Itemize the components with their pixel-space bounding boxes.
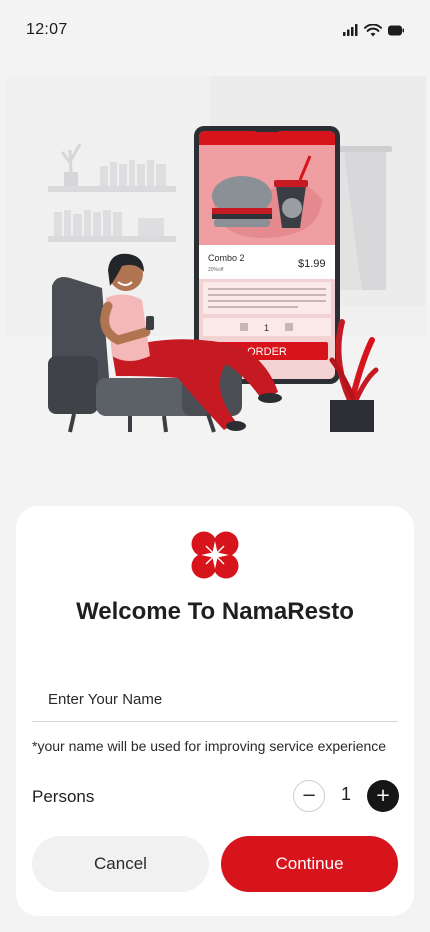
status-icons — [343, 23, 404, 37]
welcome-title: Welcome To NamaResto — [76, 598, 354, 625]
plus-icon: + — [375, 785, 391, 806]
wifi-icon — [364, 23, 382, 37]
illustration-price: $1.99 — [298, 258, 326, 270]
hero-illustration: Combo 2 20%off $1.99 1 ORDER — [0, 60, 430, 480]
illustration-product-name: Combo 2 — [208, 253, 245, 263]
persons-stepper: − 1 + — [293, 780, 399, 812]
continue-button[interactable]: Continue — [221, 836, 398, 892]
name-hint: *your name will be used for improving se… — [32, 738, 387, 754]
persons-label: Persons — [32, 787, 95, 806]
illustration-discount: 20%off — [208, 267, 224, 273]
namaresto-logo-icon — [190, 530, 240, 580]
continue-button-label: Continue — [275, 854, 344, 873]
minus-icon: − — [301, 785, 317, 806]
increment-button[interactable]: + — [367, 780, 399, 812]
decrement-button[interactable]: − — [293, 780, 325, 812]
persons-count: 1 — [340, 784, 351, 804]
cancel-button[interactable]: Cancel — [32, 836, 209, 892]
signal-icon — [343, 24, 358, 36]
welcome-sheet: Welcome To NamaResto *your name will be … — [16, 506, 414, 916]
name-input[interactable] — [32, 678, 398, 722]
cancel-button-label: Cancel — [94, 854, 147, 873]
illustration-qty: 1 — [264, 323, 269, 333]
status-time: 12:07 — [26, 21, 68, 38]
battery-icon — [388, 25, 404, 36]
status-bar: 12:07 — [0, 0, 430, 60]
